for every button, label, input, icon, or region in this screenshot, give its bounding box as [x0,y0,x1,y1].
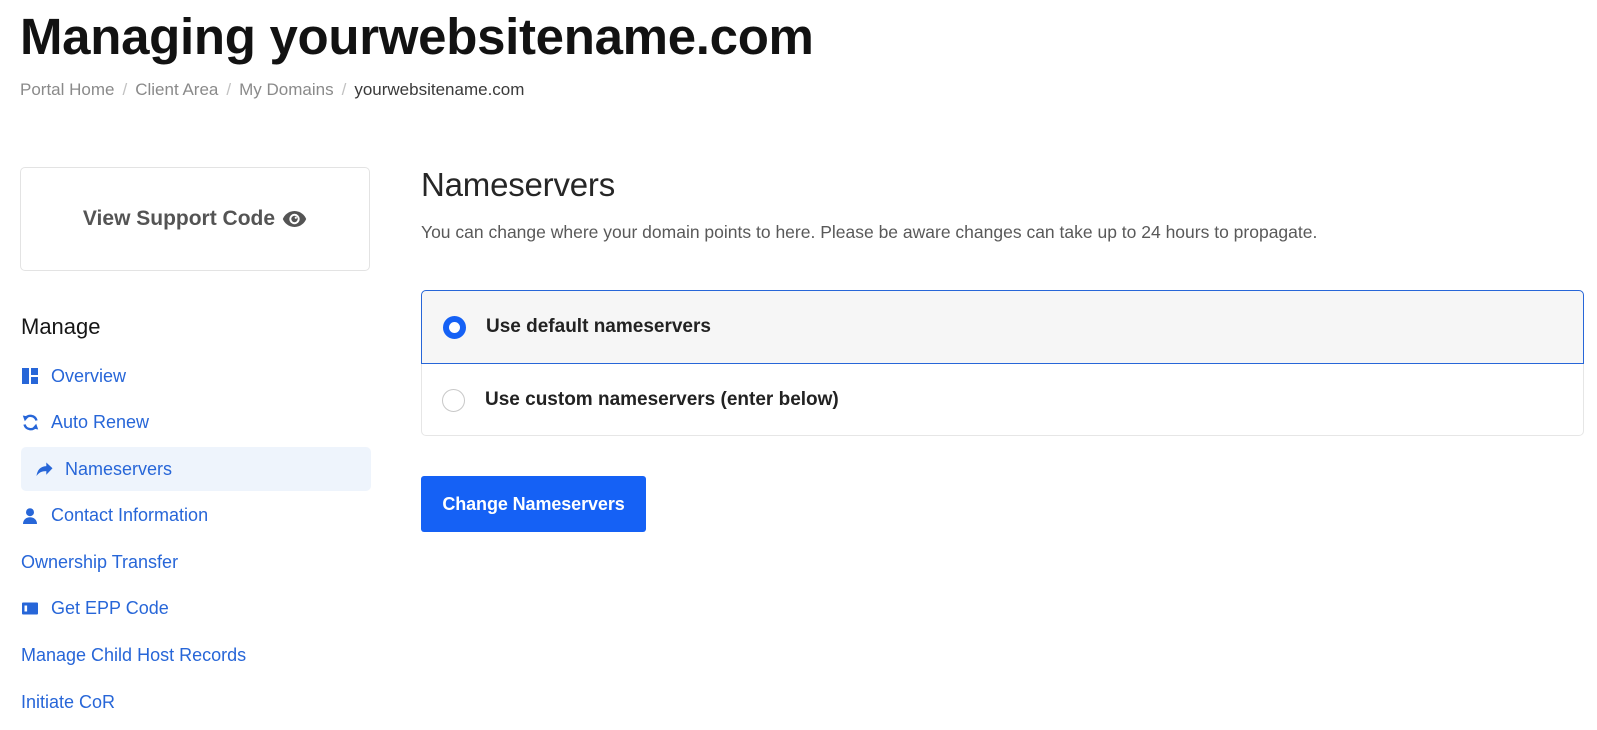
sidebar-item-initiate-cor[interactable]: Initiate CoR [21,680,371,724]
nameserver-options: Use default nameservers Use custom names… [421,290,1584,436]
sidebar-item-label: Ownership Transfer [21,551,179,572]
sidebar-item-label: Manage Child Host Records [21,645,247,666]
breadcrumb-separator: / [226,80,232,99]
sidebar-item-label: Auto Renew [51,412,150,433]
breadcrumb-separator: / [341,80,347,99]
breadcrumb: Portal Home / Client Area / My Domains /… [20,80,524,100]
option-label: Use custom nameservers (enter below) [485,389,839,410]
sidebar-item-label: Overview [51,365,127,386]
page-title: Managing yourwebsitename.com [20,8,814,65]
breadcrumb-my-domains[interactable]: My Domains [239,80,333,100]
id-card-icon [21,600,39,618]
share-arrow-icon [35,460,53,478]
sidebar-item-label: Get EPP Code [51,598,169,619]
sidebar-nav: Overview Auto Renew Nameservers Contact … [21,354,371,727]
sidebar-item-overview[interactable]: Overview [21,354,371,398]
sidebar-item-nameservers[interactable]: Nameservers [21,447,371,492]
sidebar-item-label: Contact Information [51,505,209,526]
sidebar-item-contact-information[interactable]: Contact Information [21,494,371,538]
radio-default-nameservers[interactable] [443,315,466,339]
sidebar-item-label: Nameservers [65,458,173,479]
view-support-code-button[interactable]: View Support Code [20,167,370,271]
dashboard-icon [21,367,39,385]
view-support-code-label: View Support Code [82,207,276,230]
radio-custom-nameservers[interactable] [442,388,465,412]
section-description: You can change where your domain points … [421,222,1318,242]
eye-icon [282,210,307,228]
breadcrumb-separator: / [122,80,128,99]
option-custom-nameservers[interactable]: Use custom nameservers (enter below) [422,364,1583,436]
option-default-nameservers[interactable]: Use default nameservers [421,290,1584,364]
sidebar-item-ownership-transfer[interactable]: Ownership Transfer [21,540,371,584]
breadcrumb-client-area[interactable]: Client Area [135,80,218,100]
sidebar-item-auto-renew[interactable]: Auto Renew [21,401,371,445]
section-title: Nameservers [421,166,616,203]
breadcrumb-portal-home[interactable]: Portal Home [20,80,114,100]
sidebar-item-manage-child-host-records[interactable]: Manage Child Host Records [21,634,371,678]
option-label: Use default nameservers [486,316,711,337]
sidebar-heading: Manage [21,314,101,339]
sidebar-item-label: Initiate CoR [21,691,116,712]
breadcrumb-current-domain: yourwebsitename.com [354,80,525,99]
change-nameservers-button[interactable]: Change Nameservers [421,476,646,532]
sync-icon [21,414,39,432]
sidebar-item-get-epp-code[interactable]: Get EPP Code [21,587,371,631]
user-icon [21,507,39,525]
